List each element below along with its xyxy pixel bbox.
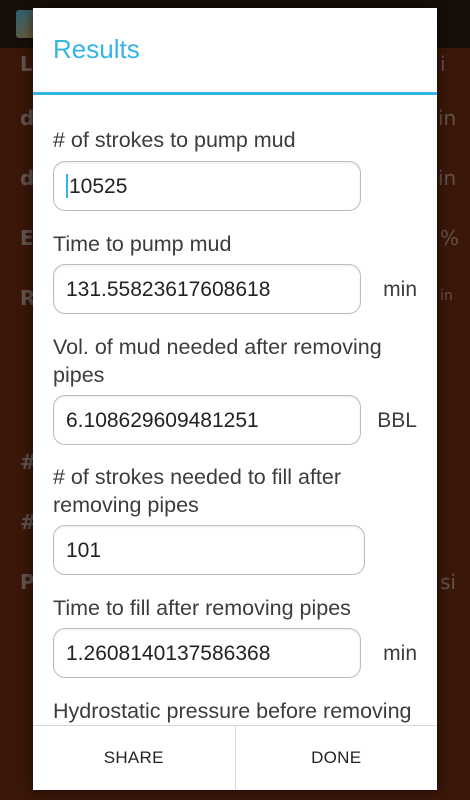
time-to-fill-value: 1.2608140137586368 bbox=[66, 642, 271, 665]
results-scroll-area[interactable]: # of strokes to pump mud 10525 Time to p… bbox=[33, 95, 437, 734]
vol-mud-needed-field[interactable]: 6.108629609481251 bbox=[53, 395, 361, 445]
time-to-pump-value: 131.55823617608618 bbox=[66, 278, 271, 301]
time-to-pump-field[interactable]: 131.55823617608618 bbox=[53, 264, 361, 314]
dialog-header: Results bbox=[33, 8, 437, 95]
dialog-title: Results bbox=[53, 34, 140, 64]
time-to-fill-label: Time to fill after removing pipes bbox=[53, 596, 351, 620]
strokes-to-pump-label: # of strokes to pump mud bbox=[53, 128, 296, 152]
text-cursor bbox=[66, 174, 68, 198]
vol-mud-needed-label: Vol. of mud needed after removing pipes bbox=[53, 335, 382, 387]
done-button[interactable]: DONE bbox=[236, 726, 438, 790]
strokes-to-fill-field[interactable]: 101 bbox=[53, 525, 365, 575]
vol-mud-needed-unit: BBL bbox=[377, 409, 417, 432]
strokes-to-pump-field[interactable]: 10525 bbox=[53, 161, 361, 211]
strokes-to-fill-value: 101 bbox=[66, 539, 102, 562]
time-to-pump-unit: min bbox=[383, 278, 417, 301]
strokes-to-pump-value: 10525 bbox=[69, 175, 128, 198]
time-to-fill-unit: min bbox=[383, 642, 417, 665]
vol-mud-needed-value: 6.108629609481251 bbox=[66, 409, 259, 432]
strokes-to-fill-label: # of strokes needed to fill after removi… bbox=[53, 465, 342, 517]
dialog-button-bar: SHARE DONE bbox=[33, 725, 437, 790]
time-to-pump-label: Time to pump mud bbox=[53, 232, 232, 256]
time-to-fill-field[interactable]: 1.2608140137586368 bbox=[53, 628, 361, 678]
share-button[interactable]: SHARE bbox=[33, 726, 235, 790]
results-dialog: Results # of strokes to pump mud 10525 T… bbox=[33, 8, 437, 790]
